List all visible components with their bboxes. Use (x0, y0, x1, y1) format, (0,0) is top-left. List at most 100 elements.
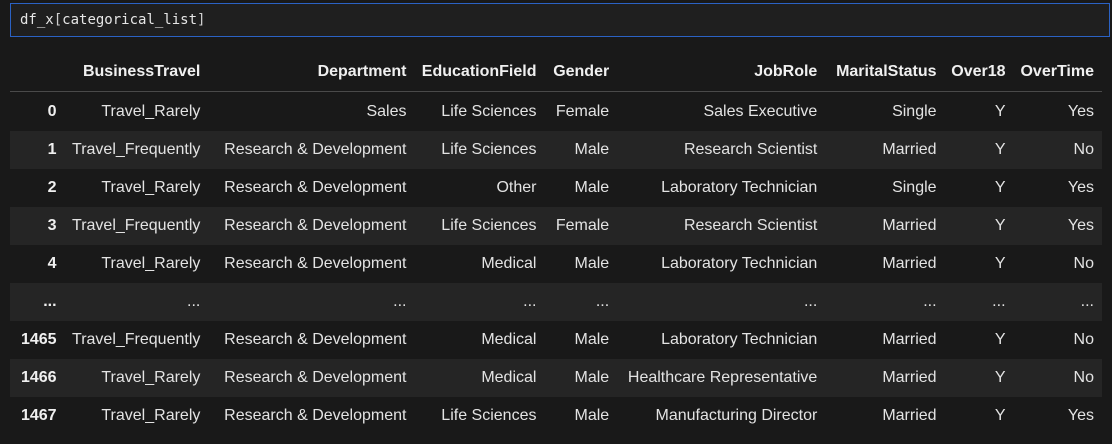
cell-educationfield: Life Sciences (441, 217, 537, 234)
cell-jobrole: Sales Executive (703, 102, 818, 120)
cell-businesstravel: Travel_Rarely (101, 407, 201, 424)
cell-businesstravel: Travel_Rarely (101, 369, 201, 386)
cell-overtime: No (1073, 331, 1094, 348)
cell-businesstravel: Travel_Frequently (72, 217, 201, 234)
cell-jobrole: Laboratory Technician (661, 255, 818, 272)
cell-businesstravel: Travel_Rarely (101, 179, 201, 196)
header-jobrole: JobRole (617, 53, 826, 92)
cell-overtime: No (1073, 141, 1094, 158)
cell-educationfield: Medical (481, 369, 537, 386)
table-row: 0 Travel_Rarely Sales Life Sciences Female Sa… (10, 91, 1102, 131)
header-educationfield: EducationField (414, 53, 545, 92)
code-cell-input[interactable]: df_x[categorical_list] (10, 3, 1110, 37)
header-row: BusinessTravel Department EducationField… (10, 53, 1102, 92)
cell-department: Research & Development (224, 369, 407, 386)
cell-department: Research & Development (224, 331, 407, 348)
cell-educationfield: Medical (481, 255, 537, 272)
row-index: 0 (47, 102, 57, 120)
cell-educationfield: Life Sciences (441, 141, 537, 158)
cell-department: Research & Development (224, 141, 407, 158)
cell-businesstravel: Travel_Rarely (101, 255, 201, 272)
cell-maritalstatus: Married (882, 407, 937, 424)
cell-gender: Male (574, 179, 610, 196)
cell-gender: ... (595, 293, 610, 310)
header-gender: Gender (544, 53, 618, 92)
table-row: 1 Travel_Frequently Research & Development… (10, 131, 1102, 169)
cell-over18: Y (994, 369, 1006, 386)
cell-maritalstatus: Single (892, 102, 937, 120)
cell-over18: Y (994, 255, 1006, 272)
cell-gender: Male (574, 369, 610, 386)
cell-jobrole: ... (803, 293, 818, 310)
row-index: 1 (47, 141, 57, 158)
table-body: 0 Travel_Rarely Sales Life Sciences Female Sa… (10, 91, 1102, 435)
cell-maritalstatus: Married (882, 141, 937, 158)
cell-educationfield: Other (496, 179, 537, 196)
cell-maritalstatus: ... (923, 293, 937, 310)
header-businesstravel: BusinessTravel (64, 53, 209, 92)
cell-overtime: Yes (1067, 179, 1094, 196)
cell-maritalstatus: Married (882, 369, 937, 386)
row-index: 3 (47, 217, 57, 234)
cell-gender: Male (574, 407, 610, 424)
cell-educationfield: Life Sciences (441, 407, 537, 424)
cell-over18: ... (992, 293, 1006, 310)
row-index: 1465 (20, 331, 57, 348)
cell-department: Research & Development (224, 179, 407, 196)
row-index: 4 (47, 255, 57, 272)
header-over18: Over18 (944, 53, 1014, 92)
table-row: 1466 Travel_Rarely Research & Development M… (10, 359, 1102, 397)
cell-overtime: ... (1080, 293, 1094, 310)
cell-over18: Y (994, 179, 1006, 196)
cell-jobrole: Research Scientist (683, 141, 818, 158)
cell-educationfield: Medical (481, 331, 537, 348)
cell-over18: Y (994, 407, 1006, 424)
dataframe-table: BusinessTravel Department EducationField… (10, 53, 1102, 435)
table-row: ........................... (10, 283, 1102, 321)
cell-jobrole: Laboratory Technician (661, 179, 818, 196)
cell-educationfield: Life Sciences (441, 102, 537, 120)
code-index-variable: categorical_list (62, 12, 198, 28)
table-row: 2 Travel_Rarely Research & Development Othe… (10, 169, 1102, 207)
table-row: 1465 Travel_Frequently Research & Developm… (10, 321, 1102, 359)
cell-department: Sales (366, 102, 407, 120)
cell-maritalstatus: Married (882, 255, 937, 272)
cell-maritalstatus: Married (882, 331, 937, 348)
header-maritalstatus: MaritalStatus (825, 53, 945, 92)
cell-overtime: Yes (1067, 102, 1094, 120)
row-index: 2 (47, 179, 57, 196)
cell-maritalstatus: Single (892, 179, 937, 196)
cell-jobrole: Research Scientist (683, 217, 818, 234)
cell-over18: Y (994, 217, 1006, 234)
table-row: 3 Travel_Frequently Research & Development… (10, 207, 1102, 245)
row-index: 1467 (20, 407, 57, 424)
code-variable: df_x (20, 12, 54, 28)
table-row: 4 Travel_Rarely Research & Development Medi… (10, 245, 1102, 283)
code-line: df_x[categorical_list] (20, 12, 205, 28)
cell-jobrole: Laboratory Technician (661, 331, 818, 348)
cell-over18: Y (994, 102, 1006, 120)
cell-gender: Male (574, 255, 610, 272)
cell-businesstravel: Travel_Rarely (101, 102, 201, 120)
cell-over18: Y (994, 141, 1006, 158)
row-index: ... (43, 293, 57, 310)
cell-overtime: Yes (1067, 407, 1094, 424)
cell-overtime: No (1073, 369, 1094, 386)
cell-department: Research & Development (224, 217, 407, 234)
cell-output: BusinessTravel Department EducationField… (10, 53, 1102, 435)
cell-gender: Male (574, 141, 610, 158)
header-index (10, 53, 65, 92)
cell-educationfield: ... (523, 293, 537, 310)
cell-jobrole: Healthcare Representative (627, 369, 818, 386)
row-index: 1466 (20, 369, 57, 386)
code-open-bracket: [ (53, 12, 63, 28)
table-row: 1467 Travel_Rarely Research & Development L… (10, 397, 1102, 435)
table-header: BusinessTravel Department EducationField… (10, 53, 1102, 92)
cell-gender: Male (574, 331, 610, 348)
cell-gender: Female (555, 102, 610, 120)
cell-businesstravel: Travel_Frequently (72, 331, 201, 348)
cell-gender: Female (555, 217, 610, 234)
cell-department: Research & Development (224, 255, 407, 272)
cell-over18: Y (994, 331, 1006, 348)
header-department: Department (208, 53, 415, 92)
